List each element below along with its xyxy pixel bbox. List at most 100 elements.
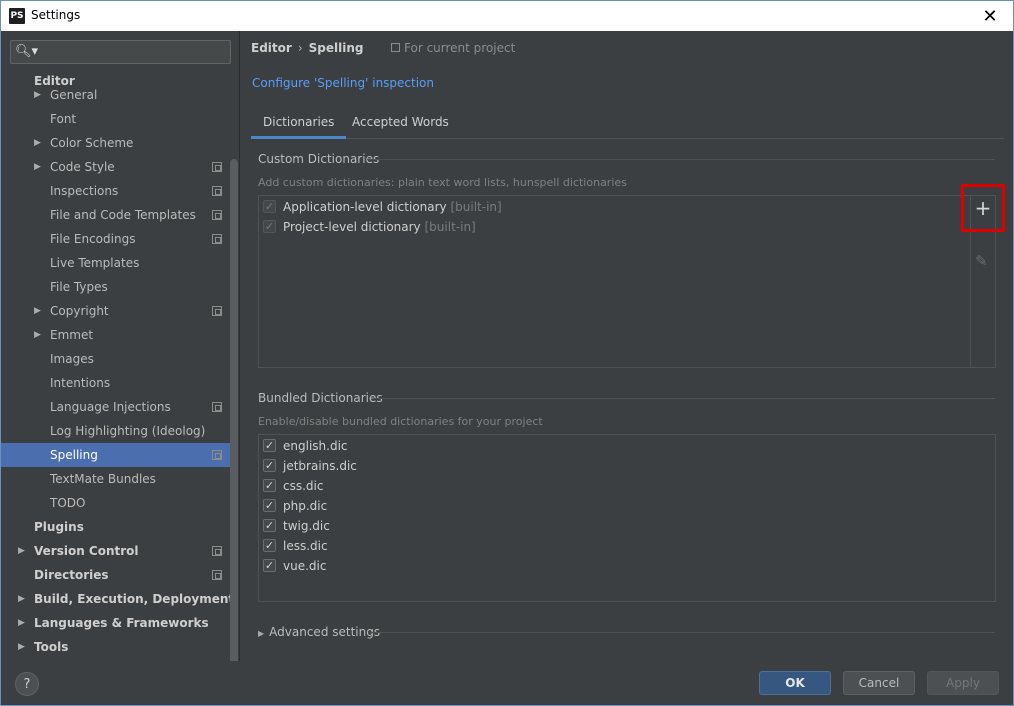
breadcrumb-separator: › <box>297 41 303 55</box>
custom-dictionaries-list: ✓ Application-level dictionary [built-in]… <box>258 195 996 368</box>
dictionary-label: english.dic <box>283 439 348 453</box>
dictionary-name: Project-level dictionary [built-in] <box>283 217 476 237</box>
sidebar-item-directories[interactable]: Directories <box>1 563 230 587</box>
sidebar-item-label: Language Injections <box>50 400 171 414</box>
project-scope-icon <box>212 186 222 196</box>
custom-dictionaries-title: Custom Dictionaries <box>258 152 380 166</box>
sidebar-item-label: Images <box>50 352 94 366</box>
tab-accepted-words[interactable]: Accepted Words <box>352 115 449 129</box>
expand-arrow-icon[interactable]: ▶ <box>34 323 41 347</box>
sidebar-item-file-encodings[interactable]: File Encodings <box>1 227 230 251</box>
sidebar-item-copyright[interactable]: ▶ Copyright <box>1 299 230 323</box>
settings-sidebar: 🔍︎▾ Editor ▶ General Font ▶ Color Scheme ▶ Code… <box>1 31 240 689</box>
expand-arrow-icon[interactable]: ▶ <box>34 299 41 323</box>
project-scope-icon <box>212 570 222 580</box>
sidebar-item-emmet[interactable]: ▶ Emmet <box>1 323 230 347</box>
sidebar-item-tools[interactable]: ▶ Tools <box>1 635 230 659</box>
project-scope-icon <box>212 402 222 412</box>
tab-dictionaries[interactable]: Dictionaries <box>250 115 347 139</box>
sidebar-item-label: Log Highlighting (Ideolog) <box>50 424 206 438</box>
apply-button[interactable]: Apply <box>927 671 999 695</box>
ok-button[interactable]: OK <box>759 671 831 695</box>
close-icon[interactable]: ✕ <box>967 1 1013 31</box>
built-in-tag: [built-in] <box>450 200 502 214</box>
sidebar-item-label: File Types <box>50 280 108 294</box>
sidebar-item-label: Directories <box>34 568 109 582</box>
sidebar-item-label: Emmet <box>50 328 94 342</box>
sidebar-item-plugins[interactable]: Plugins <box>1 515 230 539</box>
window-title: Settings <box>31 8 81 22</box>
expand-arrow-icon[interactable]: ▶ <box>18 635 25 659</box>
sidebar-item-label: Languages & Frameworks <box>34 616 209 630</box>
dictionary-label: Project-level dictionary <box>283 220 421 234</box>
expand-arrow-icon[interactable]: ▶ <box>18 587 25 611</box>
expand-arrow-icon[interactable]: ▶ <box>18 539 25 563</box>
project-scope-icon <box>212 450 222 460</box>
plus-icon: + <box>974 196 992 220</box>
sidebar-item-label: TextMate Bundles <box>50 472 156 486</box>
sidebar-item-file-types[interactable]: File Types <box>1 275 230 299</box>
project-scope-icon <box>212 234 222 244</box>
checkbox[interactable]: ✓ <box>263 499 276 512</box>
sidebar-item-spelling[interactable]: Spelling <box>1 443 230 467</box>
sidebar-item-build-execution-deployment[interactable]: ▶ Build, Execution, Deployment <box>1 587 230 611</box>
breadcrumb-current: Spelling <box>308 41 364 55</box>
title-bar: PS Settings ✕ <box>1 1 1013 31</box>
help-button[interactable]: ? <box>15 672 39 696</box>
expand-arrow-icon[interactable]: ▶ <box>18 611 25 635</box>
expand-arrow-icon[interactable]: ▶ <box>34 155 41 179</box>
sidebar-item-label: TODO <box>50 496 86 510</box>
checkbox[interactable]: ✓ <box>263 539 276 552</box>
advanced-settings-toggle[interactable]: ▶ Advanced settings <box>258 625 380 639</box>
sidebar-item-label: Font <box>50 112 77 126</box>
sidebar-item-log-highlighting-ideolog[interactable]: Log Highlighting (Ideolog) <box>1 419 230 443</box>
advanced-settings-label: Advanced settings <box>269 625 381 639</box>
cancel-button[interactable]: Cancel <box>843 671 915 695</box>
expand-arrow-icon[interactable]: ▶ <box>34 131 41 155</box>
sidebar-item-font[interactable]: Font <box>1 107 230 131</box>
sidebar-item-live-templates[interactable]: Live Templates <box>1 251 230 275</box>
sidebar-item-label: Version Control <box>34 544 139 558</box>
dictionary-label: jetbrains.dic <box>283 459 357 473</box>
sidebar-item-label: Build, Execution, Deployment <box>34 592 230 606</box>
sidebar-scrollbar[interactable] <box>230 159 238 689</box>
checkbox[interactable]: ✓ <box>263 459 276 472</box>
checkbox[interactable]: ✓ <box>263 479 276 492</box>
checkbox[interactable]: ✓ <box>263 559 276 572</box>
sidebar-item-version-control[interactable]: ▶ Version Control <box>1 539 230 563</box>
bundled-dictionaries-title: Bundled Dictionaries <box>258 391 383 405</box>
configure-inspection-link[interactable]: Configure 'Spelling' inspection <box>252 76 434 90</box>
checkbox[interactable]: ✓ <box>263 519 276 532</box>
phpstorm-logo-icon: PS <box>9 8 25 24</box>
sidebar-item-label: File and Code Templates <box>50 208 196 222</box>
expand-arrow-icon[interactable]: ▶ <box>34 83 41 107</box>
sidebar-item-file-and-code-templates[interactable]: File and Code Templates <box>1 203 230 227</box>
footer-bar: ? OK Cancel Apply <box>1 661 1013 705</box>
sidebar-item-todo[interactable]: TODO <box>1 491 230 515</box>
sidebar-item-label: Spelling <box>50 448 98 462</box>
sidebar-item-languages-frameworks[interactable]: ▶ Languages & Frameworks <box>1 611 230 635</box>
sidebar-item-intentions[interactable]: Intentions <box>1 371 230 395</box>
sidebar-item-inspections[interactable]: Inspections <box>1 179 230 203</box>
project-scope-icon <box>212 162 222 172</box>
search-input[interactable]: 🔍︎▾ <box>10 40 231 64</box>
section-divider <box>367 159 995 160</box>
sidebar-item-general[interactable]: ▶ General <box>1 83 230 107</box>
sidebar-item-textmate-bundles[interactable]: TextMate Bundles <box>1 467 230 491</box>
section-divider <box>373 398 995 399</box>
sidebar-item-label: Tools <box>34 640 69 654</box>
sidebar-item-color-scheme[interactable]: ▶ Color Scheme <box>1 131 230 155</box>
checkbox[interactable]: ✓ <box>263 439 276 452</box>
custom-dictionaries-hint: Add custom dictionaries: plain text word… <box>258 176 627 189</box>
sidebar-item-language-injections[interactable]: Language Injections <box>1 395 230 419</box>
checkbox[interactable]: ✓ <box>263 200 276 213</box>
sidebar-item-images[interactable]: Images <box>1 347 230 371</box>
bundled-dictionaries-hint: Enable/disable bundled dictionaries for … <box>258 415 543 428</box>
edit-pencil-icon[interactable]: ✎ <box>975 252 988 270</box>
sidebar-item-code-style[interactable]: ▶ Code Style <box>1 155 230 179</box>
settings-tree: Editor ▶ General Font ▶ Color Scheme ▶ Code Sty… <box>1 71 230 661</box>
add-dictionary-button[interactable]: + <box>961 184 1005 232</box>
settings-window: PS Settings ✕ 🔍︎▾ Editor ▶ General Font ▶ Col… <box>0 0 1014 706</box>
checkbox[interactable]: ✓ <box>263 220 276 233</box>
search-icon: 🔍︎▾ <box>15 44 39 59</box>
